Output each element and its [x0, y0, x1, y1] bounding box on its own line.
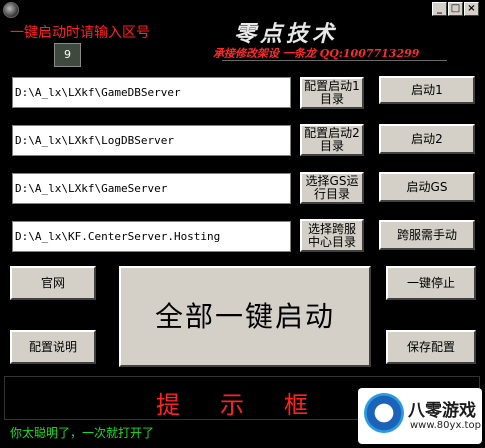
site-logo-icon	[364, 393, 404, 433]
status-message: 你太聪明了，一次就打开了	[10, 426, 155, 440]
app-gear-icon[interactable]	[3, 2, 19, 18]
one-click-start-button[interactable]: 全部一键启动	[119, 266, 371, 367]
config-dir-1-button[interactable]: 配置启动1目录	[300, 77, 364, 109]
launcher-window: _ □ × 一键启动时请输入区号 9 零点技术 承接修改架设 一条龙 QQ:10…	[0, 0, 485, 448]
config-dir-2-button[interactable]: 配置启动2目录	[300, 124, 364, 156]
one-click-stop-button[interactable]: 一键停止	[386, 266, 476, 300]
path-input-centerserver[interactable]: D:\A_lx\KF.CenterServer.Hosting	[12, 221, 291, 252]
brand-subtitle: 承接修改架设 一条龙 QQ:1007713299	[213, 47, 420, 60]
path-input-gamedb[interactable]: D:\A_lx\LXkf\GameDBServer	[12, 77, 291, 108]
watermark-name: 八零游戏	[408, 401, 476, 421]
config-help-button[interactable]: 配置说明	[10, 330, 96, 364]
maximize-button[interactable]: □	[448, 2, 463, 16]
brand-divider	[222, 60, 447, 61]
watermark-url: www.80yx.top	[410, 420, 481, 431]
save-config-button[interactable]: 保存配置	[386, 330, 476, 364]
start-2-button[interactable]: 启动2	[379, 124, 475, 154]
select-gs-dir-button[interactable]: 选择GS运行目录	[300, 172, 364, 204]
zone-prompt-label: 一键启动时请输入区号	[10, 25, 150, 41]
brand-title: 零点技术	[234, 21, 339, 47]
path-input-gameserver[interactable]: D:\A_lx\LXkf\GameServer	[12, 173, 291, 204]
cross-server-manual-button[interactable]: 跨服需手动	[379, 220, 475, 250]
close-button[interactable]: ×	[464, 2, 479, 16]
zone-number-input[interactable]: 9	[54, 43, 81, 67]
start-gs-button[interactable]: 启动GS	[379, 172, 475, 202]
prompt-box-label: 提示框	[156, 391, 348, 419]
website-button[interactable]: 官网	[10, 266, 96, 300]
select-center-dir-button[interactable]: 选择跨服中心目录	[300, 219, 364, 252]
path-input-logdb[interactable]: D:\A_lx\LXkf\LogDBServer	[12, 125, 291, 156]
minimize-button[interactable]: _	[432, 2, 447, 16]
start-1-button[interactable]: 启动1	[379, 76, 475, 104]
